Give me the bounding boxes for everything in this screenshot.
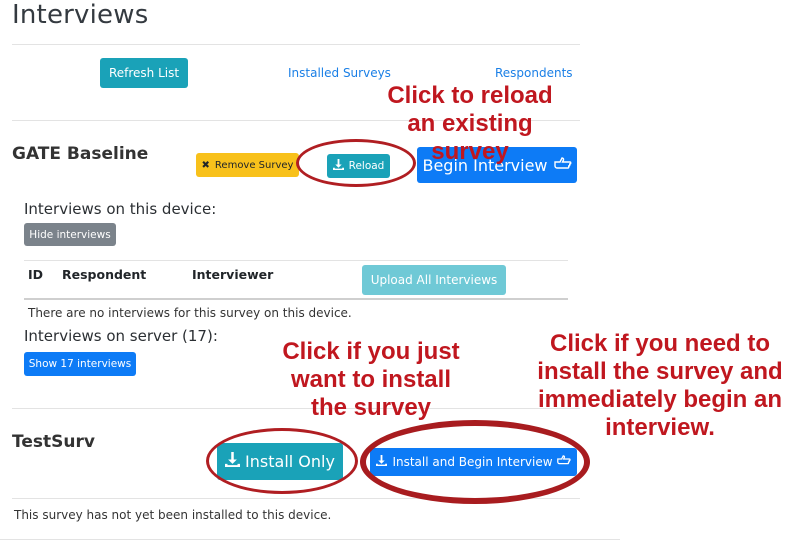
install-only-highlight-ellipse — [206, 428, 358, 494]
survey-name: GATE Baseline — [12, 144, 149, 164]
install-and-begin-highlight-ellipse — [360, 420, 590, 504]
page-title: Interviews — [12, 0, 149, 30]
column-header-id: ID — [28, 267, 44, 282]
interviews-server-heading: Interviews on server (17): — [24, 327, 218, 345]
column-header-respondent: Respondent — [62, 267, 147, 282]
respondents-link[interactable]: Respondents — [495, 66, 573, 80]
divider — [0, 539, 620, 540]
no-interviews-text: There are no interviews for this survey … — [28, 306, 352, 320]
install-only-annotation: Click if you just want to install the su… — [282, 338, 460, 421]
remove-survey-label: Remove Survey — [214, 159, 294, 171]
reload-highlight-ellipse — [296, 139, 416, 187]
show-interviews-button[interactable]: Show 17 interviews — [24, 352, 136, 376]
install-status-text: This survey has not yet been installed t… — [14, 508, 332, 522]
installed-surveys-link[interactable]: Installed Surveys — [288, 66, 391, 80]
table-top-border — [24, 260, 568, 261]
divider — [12, 44, 580, 45]
table-header-border — [24, 298, 568, 300]
survey-name: TestSurv — [12, 432, 95, 452]
refresh-list-button[interactable]: Refresh List — [100, 58, 188, 88]
remove-survey-button[interactable]: ✖ Remove Survey — [196, 153, 299, 177]
hide-interviews-button[interactable]: Hide interviews — [24, 223, 116, 246]
column-header-interviewer: Interviewer — [192, 267, 274, 282]
times-icon: ✖ — [201, 159, 210, 171]
install-begin-annotation: Click if you need to install the survey … — [537, 330, 783, 441]
interviews-device-heading: Interviews on this device: — [24, 200, 217, 218]
upload-all-interviews-button[interactable]: Upload All Interviews — [362, 265, 506, 295]
